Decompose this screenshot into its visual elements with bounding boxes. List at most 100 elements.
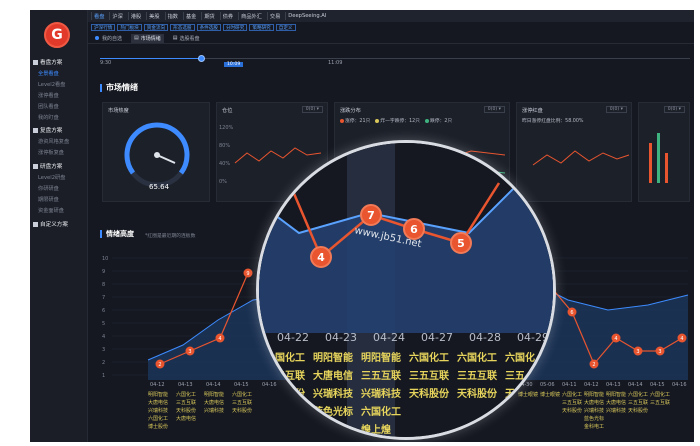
stock-name[interactable]: 蓝色光标 [584,415,604,422]
stock-name[interactable]: 明阳智能 [584,391,604,398]
topbar-item-jiaoyi[interactable]: 交易 [266,12,282,20]
lens-stock-name[interactable]: 三五互联 [361,369,401,382]
lens-stock-name[interactable]: 兴瑞科技 [313,387,354,400]
topbar-item-jijin[interactable]: 基金 [182,12,198,20]
lens-stock-name[interactable]: 天科股份 [409,387,450,400]
stock-name[interactable]: 博士眼镜 [540,391,560,398]
app-logo[interactable]: G [44,22,70,48]
stock-name[interactable]: 六国化工 [148,415,168,422]
lens-stock-name[interactable]: 天科股份 [457,387,498,400]
sidebar-group-zidingyi: 自定义方案 [30,218,88,230]
lens-stock-name[interactable]: 三五互联 [457,369,497,382]
stock-name[interactable]: 三五互联 [628,399,648,406]
tool-button-tiaojian[interactable]: 条件选股 [196,24,221,31]
menu-icon [33,127,38,133]
topbar-item-deepseeing[interactable]: DeepSeeing.AI [285,12,328,20]
lens-stock-name[interactable]: 明阳智能 [361,351,401,364]
stock-name[interactable]: 三五互联 [176,399,196,406]
stock-name[interactable]: 三五互联 [562,399,582,406]
tool-button-remen[interactable]: 热门板块 [117,24,142,31]
time-slider[interactable]: 9:30 10:09 11:09 [88,46,694,72]
lens-data-label: 4 [317,251,325,264]
stock-name[interactable]: 天科股份 [628,407,648,414]
sidebar-item-level2[interactable]: Level2看盘 [30,79,88,90]
topbar-item-qihuo[interactable]: 期货 [201,12,216,20]
sidebar-item-quanjing[interactable]: 全景看盘 [30,68,88,79]
lens-stock-name[interactable]: 六国化 [505,351,535,364]
data-label: 2 [592,362,595,368]
stock-name[interactable]: 三五互联 [232,399,252,406]
tab-zixuan[interactable]: 我的自选 [92,34,125,43]
stock-name[interactable]: 三五互联 [650,399,670,406]
sidebar-group-head[interactable]: 自定义方案 [30,218,88,230]
stock-name[interactable]: 六国化工 [628,391,648,398]
tab-xuangu[interactable]: ▤ 选股看盘 [170,34,203,43]
time-slider-handle[interactable] [198,55,205,62]
stock-name[interactable]: 金科电工 [584,423,604,430]
sidebar-item-youzi[interactable]: 游资风格复盘 [30,136,88,147]
sidebar-item-level2-yanpan[interactable]: Level2研盘 [30,172,88,183]
topbar-item-meigu[interactable]: 美股 [146,12,161,20]
tool-button-zijin[interactable]: 资金流向 [143,24,169,31]
stock-name[interactable]: 兴瑞科技 [584,407,604,414]
stock-name[interactable]: 明阳智能 [204,391,224,398]
lens-stock-name[interactable]: 六国化工 [361,405,401,418]
stock-name[interactable]: 明阳智能 [606,391,626,398]
topbar-item-kanpan[interactable]: 看盘 [91,12,106,20]
stock-name[interactable]: 大唐电信 [584,399,604,406]
stock-name[interactable]: 兴瑞科技 [148,407,168,414]
sidebar-group-head[interactable]: 复盘方案 [30,124,88,136]
topbar-item-ganggu[interactable]: 港股 [127,12,143,20]
stock-name[interactable]: 六国化工 [176,391,196,398]
stock-name[interactable]: 大唐电信 [204,399,224,406]
sidebar-item-qixian[interactable]: 期限研盘 [30,194,88,205]
red-ratio-chart [532,150,630,166]
sidebar-item-niyan[interactable]: 你研研盘 [30,183,88,194]
lens-stock-name[interactable]: 明阳智能 [313,351,353,364]
stock-name[interactable]: 兴瑞科技 [204,407,224,414]
lens-stock-name[interactable]: 三五互联 [409,369,449,382]
stock-name[interactable]: 天科股份 [232,407,252,414]
tool-button-celue[interactable]: 策略研究 [249,24,274,31]
stock-name[interactable]: 大唐电信 [148,399,168,406]
stock-name[interactable]: 天科股份 [176,407,196,414]
stock-name[interactable]: 博士眼镜 [518,391,538,398]
sidebar-group-head[interactable]: 研盘方案 [30,160,88,172]
stock-name[interactable]: 大唐电信 [606,399,626,406]
sidebar-item-zhangtingban[interactable]: 涨停板复盘 [30,147,88,158]
sidebar-item-zijin[interactable]: 资金面研盘 [30,205,88,216]
tool-button-zidingyi[interactable]: 自定义 [275,24,296,31]
stock-name[interactable]: 明阳智能 [148,391,168,398]
stock-name[interactable]: 大唐电信 [176,415,196,422]
lens-stock-name[interactable]: 煌上煌 [361,423,391,436]
stock-name[interactable]: 六国化工 [232,391,252,398]
stock-name[interactable]: 兴瑞科技 [606,407,626,414]
lens-stock-name[interactable]: 六国化工 [409,351,449,364]
sidebar-group-label: 复盘方案 [40,128,63,134]
tool-button-xingtai[interactable]: 形态选股 [170,24,195,31]
stock-name[interactable]: 天科股份 [562,407,582,414]
sidebar-item-tuandui[interactable]: 团队看盘 [30,101,88,112]
stock-name[interactable]: 博士股份 [148,423,168,430]
topbar-item-shangpin[interactable]: 商品外汇 [238,12,264,20]
stock-name[interactable]: 六国化工 [562,391,582,398]
tab-qingxu[interactable]: ▤ 市场情绪 [131,33,164,43]
stock-name[interactable]: 六国化工 [650,391,670,398]
data-label: 3 [658,349,661,355]
tick-label: 120% [219,125,234,131]
menu-icon [33,163,38,169]
tool-button-hushen[interactable]: 沪深行情 [91,24,116,31]
sidebar-item-zhangting[interactable]: 涨停看盘 [30,90,88,101]
data-label: 4 [614,336,617,342]
tool-button-fenshi[interactable]: 分时研究 [222,24,248,31]
lens-stock-name[interactable]: 兴瑞科技 [361,387,402,400]
data-label: 4 [680,336,683,342]
lens-stock-name[interactable]: 大唐电信 [313,369,353,382]
sidebar-group-head[interactable]: 看盘方案 [30,56,88,68]
sidebar-item-dingpan[interactable]: 我的盯盘 [30,112,88,123]
topbar-item-hushen[interactable]: 沪深 [109,12,124,20]
lens-stock-name[interactable]: 三五 [505,370,525,382]
lens-stock-name[interactable]: 六国化工 [457,351,497,364]
topbar-item-zhaiquan[interactable]: 债券 [219,12,235,20]
topbar-item-zhishu[interactable]: 指数 [164,12,180,20]
